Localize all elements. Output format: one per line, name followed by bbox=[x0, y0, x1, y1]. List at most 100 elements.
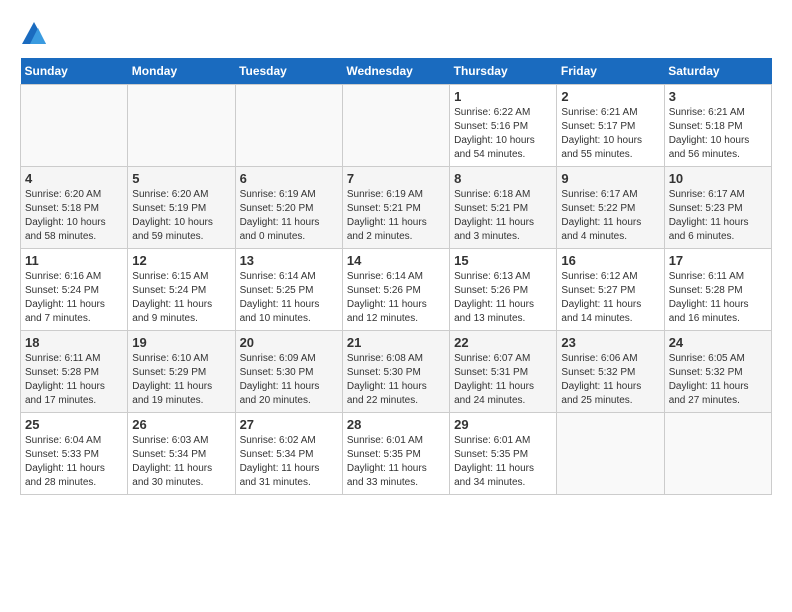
day-info: Sunrise: 6:20 AMSunset: 5:18 PMDaylight:… bbox=[25, 188, 123, 244]
day-number: 3 bbox=[669, 89, 767, 104]
weekday-header-friday: Friday bbox=[557, 58, 664, 85]
day-info: Sunrise: 6:11 AMSunset: 5:28 PMDaylight:… bbox=[669, 270, 767, 326]
day-number: 16 bbox=[561, 253, 659, 268]
weekday-header-row: SundayMondayTuesdayWednesdayThursdayFrid… bbox=[21, 58, 772, 85]
day-info: Sunrise: 6:19 AMSunset: 5:20 PMDaylight:… bbox=[240, 188, 338, 244]
day-info: Sunrise: 6:15 AMSunset: 5:24 PMDaylight:… bbox=[132, 270, 230, 326]
calendar-cell: 20Sunrise: 6:09 AMSunset: 5:30 PMDayligh… bbox=[235, 331, 342, 413]
day-info: Sunrise: 6:20 AMSunset: 5:19 PMDaylight:… bbox=[132, 188, 230, 244]
calendar-cell: 29 Sunrise: 6:01 AMSunset: 5:35 PMDayligh… bbox=[450, 413, 557, 495]
day-info: Sunrise: 6:01 AMSunset: 5:35 PMDaylight:… bbox=[454, 434, 552, 490]
day-info: Sunrise: 6:17 AMSunset: 5:22 PMDaylight:… bbox=[561, 188, 659, 244]
weekday-header-monday: Monday bbox=[128, 58, 235, 85]
day-number: 10 bbox=[669, 171, 767, 186]
week-row-5: 25 Sunrise: 6:04 AMSunset: 5:33 PMDayligh… bbox=[21, 413, 772, 495]
calendar-cell: 24 Sunrise: 6:05 AMSunset: 5:32 PMDayligh… bbox=[664, 331, 771, 413]
day-info: Sunrise: 6:16 AMSunset: 5:24 PMDaylight:… bbox=[25, 270, 123, 326]
calendar-cell: 5 Sunrise: 6:20 AMSunset: 5:19 PMDaylight… bbox=[128, 167, 235, 249]
calendar-cell: 6 Sunrise: 6:19 AMSunset: 5:20 PMDaylight… bbox=[235, 167, 342, 249]
day-number: 6 bbox=[240, 171, 338, 186]
day-number: 9 bbox=[561, 171, 659, 186]
calendar-cell: 11 Sunrise: 6:16 AMSunset: 5:24 PMDayligh… bbox=[21, 249, 128, 331]
calendar-cell bbox=[342, 85, 449, 167]
calendar-cell: 4 Sunrise: 6:20 AMSunset: 5:18 PMDaylight… bbox=[21, 167, 128, 249]
week-row-1: 1 Sunrise: 6:22 AMSunset: 5:16 PMDaylight… bbox=[21, 85, 772, 167]
calendar-cell bbox=[557, 413, 664, 495]
calendar-cell: 13 Sunrise: 6:14 AMSunset: 5:25 PMDayligh… bbox=[235, 249, 342, 331]
day-number: 5 bbox=[132, 171, 230, 186]
calendar-cell bbox=[235, 85, 342, 167]
calendar-cell bbox=[21, 85, 128, 167]
calendar-cell: 16 Sunrise: 6:12 AMSunset: 5:27 PMDayligh… bbox=[557, 249, 664, 331]
day-info: Sunrise: 6:02 AMSunset: 5:34 PMDaylight:… bbox=[240, 434, 338, 490]
weekday-header-thursday: Thursday bbox=[450, 58, 557, 85]
calendar-cell: 2 Sunrise: 6:21 AMSunset: 5:17 PMDaylight… bbox=[557, 85, 664, 167]
day-number: 13 bbox=[240, 253, 338, 268]
day-number: 20 bbox=[240, 335, 338, 350]
day-info: Sunrise: 6:12 AMSunset: 5:27 PMDaylight:… bbox=[561, 270, 659, 326]
calendar-cell: 18 Sunrise: 6:11 AMSunset: 5:28 PMDayligh… bbox=[21, 331, 128, 413]
day-info: Sunrise: 6:06 AMSunset: 5:32 PMDaylight:… bbox=[561, 352, 659, 408]
day-number: 28 bbox=[347, 417, 445, 432]
day-info: Sunrise: 6:08 AMSunset: 5:30 PMDaylight:… bbox=[347, 352, 445, 408]
day-number: 29 bbox=[454, 417, 552, 432]
day-info: Sunrise: 6:14 AMSunset: 5:26 PMDaylight:… bbox=[347, 270, 445, 326]
logo-icon bbox=[20, 20, 48, 48]
day-info: Sunrise: 6:17 AMSunset: 5:23 PMDaylight:… bbox=[669, 188, 767, 244]
calendar-cell: 27 Sunrise: 6:02 AMSunset: 5:34 PMDayligh… bbox=[235, 413, 342, 495]
calendar-cell: 7Sunrise: 6:19 AMSunset: 5:21 PMDaylight… bbox=[342, 167, 449, 249]
calendar-cell: 26 Sunrise: 6:03 AMSunset: 5:34 PMDayligh… bbox=[128, 413, 235, 495]
day-number: 14 bbox=[347, 253, 445, 268]
weekday-header-tuesday: Tuesday bbox=[235, 58, 342, 85]
day-number: 7 bbox=[347, 171, 445, 186]
day-number: 19 bbox=[132, 335, 230, 350]
day-number: 17 bbox=[669, 253, 767, 268]
day-number: 18 bbox=[25, 335, 123, 350]
day-number: 22 bbox=[454, 335, 552, 350]
weekday-header-wednesday: Wednesday bbox=[342, 58, 449, 85]
day-number: 12 bbox=[132, 253, 230, 268]
day-number: 24 bbox=[669, 335, 767, 350]
calendar-cell: 28 Sunrise: 6:01 AMSunset: 5:35 PMDayligh… bbox=[342, 413, 449, 495]
calendar-cell: 8Sunrise: 6:18 AMSunset: 5:21 PMDaylight… bbox=[450, 167, 557, 249]
day-number: 27 bbox=[240, 417, 338, 432]
day-number: 15 bbox=[454, 253, 552, 268]
day-number: 4 bbox=[25, 171, 123, 186]
day-info: Sunrise: 6:07 AMSunset: 5:31 PMDaylight:… bbox=[454, 352, 552, 408]
day-info: Sunrise: 6:04 AMSunset: 5:33 PMDaylight:… bbox=[25, 434, 123, 490]
week-row-2: 4 Sunrise: 6:20 AMSunset: 5:18 PMDaylight… bbox=[21, 167, 772, 249]
day-info: Sunrise: 6:01 AMSunset: 5:35 PMDaylight:… bbox=[347, 434, 445, 490]
day-number: 11 bbox=[25, 253, 123, 268]
calendar-cell: 3 Sunrise: 6:21 AMSunset: 5:18 PMDaylight… bbox=[664, 85, 771, 167]
day-info: Sunrise: 6:11 AMSunset: 5:28 PMDaylight:… bbox=[25, 352, 123, 408]
calendar-cell bbox=[664, 413, 771, 495]
day-number: 2 bbox=[561, 89, 659, 104]
calendar-cell: 1 Sunrise: 6:22 AMSunset: 5:16 PMDaylight… bbox=[450, 85, 557, 167]
day-info: Sunrise: 6:21 AMSunset: 5:18 PMDaylight:… bbox=[669, 106, 767, 162]
calendar-cell: 14 Sunrise: 6:14 AMSunset: 5:26 PMDayligh… bbox=[342, 249, 449, 331]
day-number: 23 bbox=[561, 335, 659, 350]
weekday-header-sunday: Sunday bbox=[21, 58, 128, 85]
logo bbox=[20, 20, 52, 48]
day-info: Sunrise: 6:22 AMSunset: 5:16 PMDaylight:… bbox=[454, 106, 552, 162]
calendar-cell bbox=[128, 85, 235, 167]
day-info: Sunrise: 6:21 AMSunset: 5:17 PMDaylight:… bbox=[561, 106, 659, 162]
day-number: 1 bbox=[454, 89, 552, 104]
day-info: Sunrise: 6:13 AMSunset: 5:26 PMDaylight:… bbox=[454, 270, 552, 326]
calendar-cell: 15 Sunrise: 6:13 AMSunset: 5:26 PMDayligh… bbox=[450, 249, 557, 331]
day-info: Sunrise: 6:18 AMSunset: 5:21 PMDaylight:… bbox=[454, 188, 552, 244]
calendar-cell: 21 Sunrise: 6:08 AMSunset: 5:30 PMDayligh… bbox=[342, 331, 449, 413]
calendar-cell: 19 Sunrise: 6:10 AMSunset: 5:29 PMDayligh… bbox=[128, 331, 235, 413]
day-number: 26 bbox=[132, 417, 230, 432]
calendar-cell: 23 Sunrise: 6:06 AMSunset: 5:32 PMDayligh… bbox=[557, 331, 664, 413]
day-number: 25 bbox=[25, 417, 123, 432]
week-row-3: 11 Sunrise: 6:16 AMSunset: 5:24 PMDayligh… bbox=[21, 249, 772, 331]
day-info: Sunrise: 6:10 AMSunset: 5:29 PMDaylight:… bbox=[132, 352, 230, 408]
day-number: 21 bbox=[347, 335, 445, 350]
calendar-cell: 9 Sunrise: 6:17 AMSunset: 5:22 PMDaylight… bbox=[557, 167, 664, 249]
calendar-cell: 12 Sunrise: 6:15 AMSunset: 5:24 PMDayligh… bbox=[128, 249, 235, 331]
day-info: Sunrise: 6:14 AMSunset: 5:25 PMDaylight:… bbox=[240, 270, 338, 326]
day-info: Sunrise: 6:05 AMSunset: 5:32 PMDaylight:… bbox=[669, 352, 767, 408]
week-row-4: 18 Sunrise: 6:11 AMSunset: 5:28 PMDayligh… bbox=[21, 331, 772, 413]
day-info: Sunrise: 6:03 AMSunset: 5:34 PMDaylight:… bbox=[132, 434, 230, 490]
